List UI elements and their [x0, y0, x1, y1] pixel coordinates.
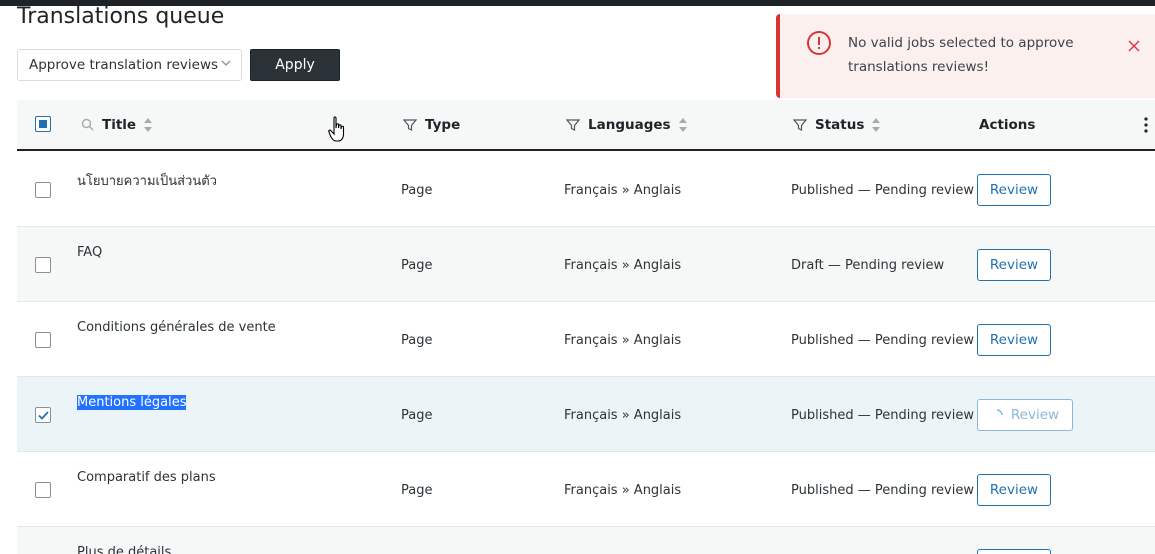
bulk-action-value: Approve translation reviews: [29, 57, 219, 73]
row-checkbox[interactable]: [35, 257, 51, 273]
checkmark-icon: [38, 411, 49, 420]
row-status: Published — Pending review: [791, 408, 974, 423]
row-title-text: Mentions légales: [77, 395, 187, 410]
notice-message: No valid jobs selected to approve transl…: [848, 35, 1074, 75]
row-status: Draft — Pending review: [791, 258, 945, 273]
table-row: FAQ Page Français » Anglais Draft — Pend…: [17, 227, 1155, 302]
chevron-down-icon: [221, 60, 231, 66]
row-languages: Français » Anglais: [564, 483, 682, 498]
row-checkbox[interactable]: [35, 182, 51, 198]
review-button-label: Review: [1010, 407, 1060, 423]
filter-icon[interactable]: [566, 118, 580, 132]
review-button[interactable]: Review: [977, 174, 1051, 206]
review-button[interactable]: [977, 549, 1051, 554]
row-status: Published — Pending review: [791, 183, 974, 198]
table-row: Plus de détails: [17, 527, 1155, 554]
column-languages-label: Languages: [588, 116, 671, 133]
sort-icon[interactable]: [872, 117, 881, 132]
filter-icon[interactable]: [793, 118, 807, 132]
bulk-action-select[interactable]: Approve translation reviews: [17, 49, 242, 81]
review-button[interactable]: Review: [977, 474, 1051, 506]
row-checkbox[interactable]: [35, 407, 51, 423]
column-type-label: Type: [425, 116, 461, 133]
filter-icon[interactable]: [403, 118, 417, 132]
row-title[interactable]: FAQ: [77, 245, 102, 260]
row-checkbox[interactable]: [35, 482, 51, 498]
row-languages: Français » Anglais: [564, 258, 682, 273]
row-type: Page: [401, 258, 433, 273]
row-title[interactable]: นโยบายความเป็นส่วนตัว: [77, 170, 217, 191]
column-status-label: Status: [815, 116, 865, 133]
column-status[interactable]: Status: [793, 100, 881, 149]
row-languages: Français » Anglais: [564, 183, 682, 198]
page-title: Translations queue: [17, 4, 225, 29]
row-checkbox[interactable]: [35, 332, 51, 348]
row-languages: Français » Anglais: [564, 333, 682, 348]
close-icon[interactable]: [1128, 40, 1140, 52]
row-title[interactable]: Plus de détails: [77, 545, 171, 554]
error-notice: No valid jobs selected to approve transl…: [776, 14, 1155, 98]
table-row: Comparatif des plans Page Français » Ang…: [17, 452, 1155, 527]
row-status: Published — Pending review: [791, 333, 974, 348]
table-row: Mentions légales Page Français » Anglais…: [17, 377, 1155, 452]
review-button[interactable]: Review: [977, 249, 1051, 281]
row-title[interactable]: Conditions générales de vente: [77, 320, 276, 335]
spinner-icon: [996, 409, 1003, 416]
row-languages: Français » Anglais: [564, 408, 682, 423]
alert-circle-icon: [807, 31, 831, 55]
table-row: นโยบายความเป็นส่วนตัว Page Français » An…: [17, 152, 1155, 227]
sort-icon[interactable]: [144, 117, 153, 132]
row-title[interactable]: Comparatif des plans: [77, 470, 216, 485]
row-type: Page: [401, 333, 433, 348]
hand-cursor-icon: [328, 116, 345, 142]
more-options-icon[interactable]: [1144, 117, 1148, 133]
row-type: Page: [401, 183, 433, 198]
column-languages[interactable]: Languages: [566, 100, 687, 149]
search-icon: [81, 118, 94, 131]
review-button[interactable]: Review: [977, 399, 1073, 431]
row-type: Page: [401, 483, 433, 498]
row-title[interactable]: Mentions légales: [77, 395, 187, 410]
review-button[interactable]: Review: [977, 324, 1051, 356]
table-header: Title Type Languages Status Actions: [17, 100, 1155, 151]
column-actions: Actions: [979, 100, 1035, 149]
row-type: Page: [401, 408, 433, 423]
select-all-checkbox[interactable]: [35, 116, 51, 132]
row-status: Published — Pending review: [791, 483, 974, 498]
apply-button[interactable]: Apply: [250, 49, 340, 81]
column-title-label: Title: [102, 116, 137, 133]
table-row: Conditions générales de vente Page Franç…: [17, 302, 1155, 377]
column-title[interactable]: Title: [81, 100, 153, 149]
column-type[interactable]: Type: [403, 100, 460, 149]
sort-icon[interactable]: [678, 117, 687, 132]
column-actions-label: Actions: [979, 116, 1036, 133]
